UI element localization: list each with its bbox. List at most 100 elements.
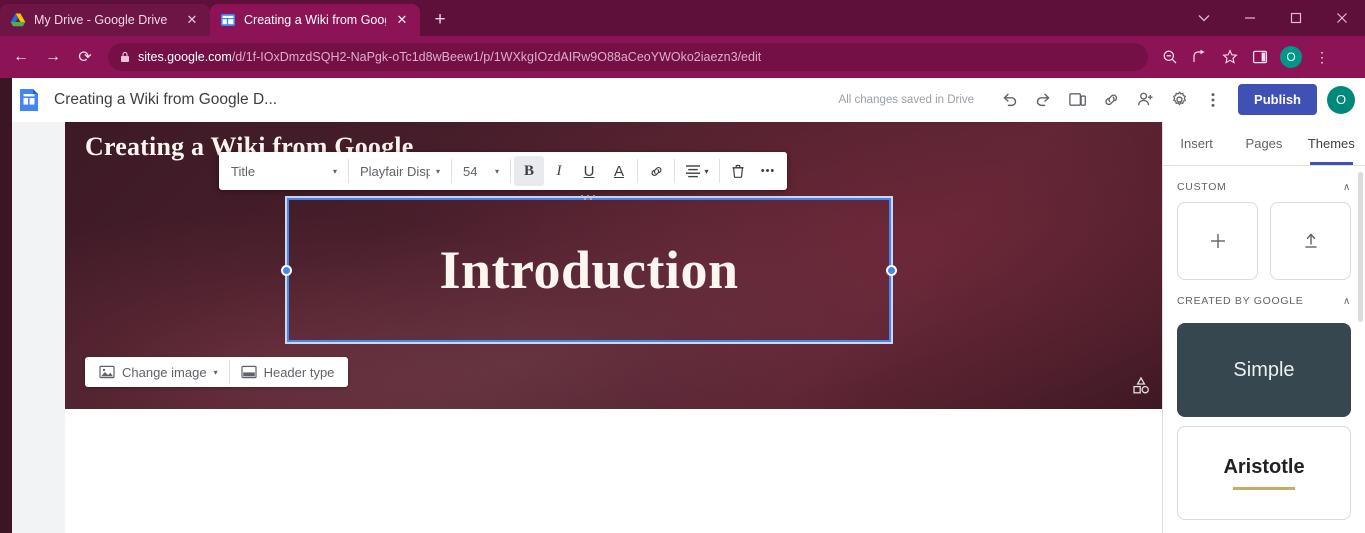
- font-size-value: 54: [463, 163, 478, 179]
- add-theme-button[interactable]: [1177, 202, 1258, 280]
- side-panel-icon[interactable]: [1246, 43, 1274, 71]
- panel-scrollbar[interactable]: [1358, 172, 1363, 322]
- tab-search-icon[interactable]: [1181, 0, 1227, 36]
- chevron-up-icon[interactable]: ∧: [1343, 296, 1351, 307]
- tab-themes[interactable]: Themes: [1298, 122, 1365, 165]
- browser-profile-avatar[interactable]: O: [1280, 46, 1302, 68]
- browser-tab-strip: My Drive - Google Drive ✕ Creating a Wik…: [0, 0, 1365, 36]
- browser-menu-icon[interactable]: ⋮: [1308, 43, 1336, 71]
- close-icon[interactable]: ✕: [394, 12, 410, 28]
- header-type-label: Header type: [263, 364, 335, 380]
- change-image-button[interactable]: Change image ▾: [91, 357, 226, 387]
- undo-icon[interactable]: [992, 83, 1026, 117]
- chevron-down-icon: ▾: [435, 166, 440, 176]
- add-editor-icon[interactable]: [1128, 83, 1162, 117]
- left-rail: [0, 78, 12, 533]
- chevron-up-icon[interactable]: ∧: [1343, 182, 1351, 193]
- google-sites-app: Creating a Wiki from Google D... All cha…: [0, 78, 1365, 533]
- divider: [674, 159, 675, 183]
- account-avatar[interactable]: O: [1327, 85, 1355, 114]
- underline-button[interactable]: U: [574, 156, 604, 186]
- browser-window: My Drive - Google Drive ✕ Creating a Wik…: [0, 0, 1365, 533]
- redo-icon[interactable]: [1026, 83, 1060, 117]
- italic-button[interactable]: I: [544, 156, 574, 186]
- tab-title: Creating a Wiki from Google Doc: [244, 13, 386, 27]
- change-image-label: Change image: [122, 364, 207, 380]
- reload-icon[interactable]: ⟳: [70, 42, 100, 72]
- header-type-button[interactable]: Header type: [233, 357, 343, 387]
- text-style-value: Title: [231, 163, 256, 179]
- url-text: sites.google.com/d/1f-IOxDmzdSQH2-NaPgk-…: [138, 50, 761, 64]
- close-window-icon[interactable]: [1319, 0, 1365, 36]
- text-color-button[interactable]: A: [604, 156, 634, 186]
- window-controls: [1181, 0, 1365, 36]
- themes-panel-body: CUSTOM ∧ CREATED BY GOOGLE ∧ Simple Aris…: [1163, 166, 1365, 533]
- divider: [348, 159, 349, 183]
- chevron-down-icon: ▾: [213, 367, 218, 377]
- theme-card-aristotle[interactable]: Aristotle: [1177, 426, 1351, 520]
- theme-accent-rule: [1233, 487, 1295, 490]
- custom-theme-row: [1177, 202, 1351, 280]
- more-options-button[interactable]: •••: [753, 156, 783, 186]
- workspace: Creating a Wiki from Google Introduction: [12, 122, 1365, 533]
- custom-section-title: CUSTOM: [1177, 181, 1227, 193]
- google-section-header[interactable]: CREATED BY GOOGLE ∧: [1177, 280, 1351, 314]
- minimize-icon[interactable]: [1227, 0, 1273, 36]
- save-status: All changes saved in Drive: [838, 93, 975, 106]
- custom-section-header[interactable]: CUSTOM ∧: [1177, 166, 1351, 200]
- document-title[interactable]: Creating a Wiki from Google D...: [54, 91, 277, 109]
- divider: [451, 159, 452, 183]
- share-icon[interactable]: [1186, 43, 1214, 71]
- resize-handle-right[interactable]: [886, 264, 897, 276]
- address-bar[interactable]: sites.google.com/d/1f-IOxDmzdSQH2-NaPgk-…: [108, 43, 1148, 71]
- new-tab-button[interactable]: +: [426, 6, 454, 34]
- resize-handle-left[interactable]: [281, 264, 292, 276]
- delete-text-box-button[interactable]: [723, 156, 753, 186]
- page-heading-text[interactable]: Introduction: [439, 239, 738, 301]
- tab-pages[interactable]: Pages: [1230, 122, 1297, 165]
- lock-icon: [120, 51, 130, 63]
- divider: [510, 159, 511, 183]
- theme-name: Simple: [1233, 358, 1295, 381]
- image-icon: [99, 365, 115, 379]
- text-style-dropdown[interactable]: Title ▾: [223, 156, 345, 186]
- back-icon[interactable]: ←: [6, 42, 36, 72]
- font-size-dropdown[interactable]: 54 ▾: [455, 156, 507, 186]
- browser-tab-google-sites[interactable]: Creating a Wiki from Google Doc ✕: [210, 4, 420, 36]
- url-path: /d/1f-IOxDmzdSQH2-NaPgk-oTc1d8wBeew1/p/1…: [231, 50, 762, 64]
- preview-icon[interactable]: [1060, 83, 1094, 117]
- google-sites-icon: [220, 12, 236, 28]
- insert-link-button[interactable]: [641, 156, 671, 186]
- settings-gear-icon[interactable]: [1162, 83, 1196, 117]
- bookmark-star-icon[interactable]: [1216, 43, 1244, 71]
- browser-toolbar: ← → ⟳ sites.google.com/d/1f-IOxDmzdSQH2-…: [0, 36, 1365, 78]
- forward-icon[interactable]: →: [38, 42, 68, 72]
- browser-tab-my-drive[interactable]: My Drive - Google Drive ✕: [0, 4, 210, 36]
- google-drive-icon: [10, 12, 26, 28]
- font-family-dropdown[interactable]: Playfair Disp ▾: [352, 156, 448, 186]
- zoom-out-icon[interactable]: [1156, 43, 1184, 71]
- tab-insert[interactable]: Insert: [1163, 122, 1230, 165]
- google-sites-icon: [16, 87, 42, 113]
- header-controls: Change image ▾ Header type: [85, 357, 349, 387]
- url-host: sites.google.com: [138, 50, 232, 64]
- upload-theme-button[interactable]: [1270, 202, 1351, 280]
- chevron-down-icon: ▾: [704, 166, 709, 176]
- selected-text-box[interactable]: Introduction: [281, 194, 897, 344]
- app-main: Creating a Wiki from Google D... All cha…: [12, 78, 1365, 533]
- maximize-icon[interactable]: [1273, 0, 1319, 36]
- drag-handle-top[interactable]: [580, 194, 598, 201]
- divider: [719, 159, 720, 183]
- link-icon[interactable]: [1094, 83, 1128, 117]
- close-icon[interactable]: ✕: [184, 12, 200, 28]
- right-panel: Insert Pages Themes CUSTOM ∧ CREATED BY …: [1162, 122, 1365, 533]
- text-format-toolbar: Title ▾ Playfair Disp ▾ 54 ▾ B I U A ▾ •…: [219, 152, 787, 190]
- divider: [228, 360, 230, 384]
- align-button[interactable]: ▾: [678, 156, 716, 186]
- editor-canvas: Creating a Wiki from Google Introduction: [12, 122, 1162, 533]
- more-vert-icon[interactable]: [1196, 83, 1230, 117]
- theme-card-simple[interactable]: Simple: [1177, 323, 1351, 417]
- header-layout-icon: [240, 365, 257, 379]
- bold-button[interactable]: B: [514, 156, 544, 186]
- publish-button[interactable]: Publish: [1238, 84, 1317, 115]
